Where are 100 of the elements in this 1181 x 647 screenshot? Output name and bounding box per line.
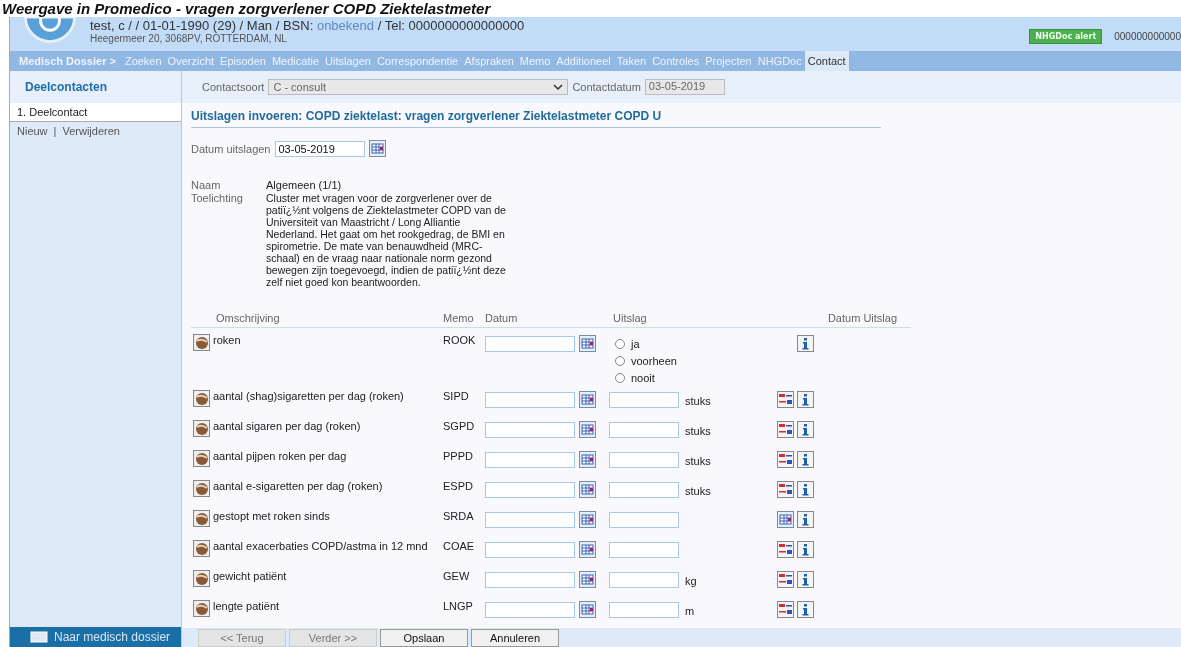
calendar-icon[interactable] <box>368 140 386 157</box>
nav-tab[interactable]: Uitslagen <box>322 51 374 71</box>
nav-tab[interactable]: Taken <box>613 51 650 71</box>
nav-tab[interactable]: Contact <box>804 51 849 71</box>
calendar-icon[interactable] <box>579 451 596 468</box>
result-field[interactable] <box>609 422 679 438</box>
info-icon[interactable] <box>797 451 814 468</box>
date-field[interactable] <box>485 572 575 588</box>
chart-icon[interactable] <box>777 391 794 408</box>
ball-icon[interactable] <box>193 450 210 467</box>
memo-code: COAE <box>442 540 476 552</box>
unit-label: stuks <box>685 395 712 407</box>
info-icon[interactable] <box>797 421 814 438</box>
ball-icon[interactable] <box>193 480 210 497</box>
chart-icon[interactable] <box>777 421 794 438</box>
info-icon[interactable] <box>797 571 814 588</box>
column-header: Uitslag <box>612 312 648 324</box>
date-field[interactable] <box>485 602 575 618</box>
column-header: Datum <box>485 312 519 324</box>
contact-date-label: Contactdatum <box>572 81 641 93</box>
nav-tab[interactable]: NHGDoc <box>754 51 805 71</box>
info-icon[interactable] <box>797 541 814 558</box>
ball-icon[interactable] <box>193 570 210 587</box>
result-field[interactable] <box>609 482 679 498</box>
nav-tab[interactable]: Additioneel <box>553 51 614 71</box>
form-button[interactable]: Opslaan <box>380 629 468 647</box>
chart-icon[interactable] <box>777 571 794 588</box>
ball-icon[interactable] <box>193 600 210 617</box>
radio-button[interactable] <box>615 339 625 349</box>
nav-tab[interactable]: Medicatie <box>268 51 323 71</box>
ball-icon[interactable] <box>193 540 210 557</box>
new-link[interactable]: Nieuw <box>17 125 48 137</box>
result-field[interactable] <box>609 452 679 468</box>
radio-button[interactable] <box>615 356 625 366</box>
calendar-icon[interactable] <box>579 391 596 408</box>
calendar-icon[interactable] <box>579 601 596 618</box>
sidebar-item[interactable]: 1. Deelcontact <box>10 103 181 122</box>
chart-icon[interactable] <box>777 481 794 498</box>
contact-type-select[interactable]: C - consult <box>268 79 569 95</box>
ball-icon[interactable] <box>193 420 210 437</box>
contact-date-field[interactable]: 03-05-2019 <box>644 79 725 95</box>
nav-tab[interactable]: Controles <box>649 51 703 71</box>
date-field[interactable] <box>485 452 575 468</box>
date-field[interactable] <box>485 482 575 498</box>
info-icon[interactable] <box>797 601 814 618</box>
nav-tab[interactable]: Episoden <box>217 51 269 71</box>
memo-code: SGPD <box>442 420 476 432</box>
question-label: roken <box>212 334 242 346</box>
separator: | <box>53 125 57 137</box>
date-field[interactable] <box>485 422 575 438</box>
date-field[interactable] <box>485 392 575 408</box>
chart-icon[interactable] <box>777 601 794 618</box>
unit-label: stuks <box>685 485 712 497</box>
result-field[interactable] <box>609 602 679 618</box>
nav-tab[interactable]: Correspondentie <box>373 51 462 71</box>
question-label: aantal exacerbaties COPD/astma in 12 mnd <box>212 540 429 552</box>
calendar-icon[interactable] <box>579 511 596 528</box>
calendar-icon[interactable] <box>579 335 596 352</box>
calendar-icon[interactable] <box>579 571 596 588</box>
radio-button[interactable] <box>615 373 625 383</box>
info-icon[interactable] <box>797 481 814 498</box>
date-field[interactable] <box>485 542 575 558</box>
ball-icon[interactable] <box>193 390 210 407</box>
info-icon[interactable] <box>797 335 814 352</box>
patient-info: test, c / / 01-01-1990 (29) / Man / BSN: <box>90 18 314 33</box>
header-number: 000000000000 <box>1114 31 1181 42</box>
nav-tab[interactable]: Projecten <box>702 51 755 71</box>
results-date-field[interactable]: 03-05-2019 <box>274 140 365 157</box>
form-heading: Uitslagen invoeren: COPD ziektelast: vragen zorgverlener Ziektelastmeter COPD U <box>191 107 881 128</box>
calendar-icon[interactable] <box>579 541 596 558</box>
unit-label: stuks <box>685 455 712 467</box>
delete-link[interactable]: Verwijderen <box>62 125 120 137</box>
memo-code: ROOK <box>442 334 477 346</box>
calendar-icon[interactable] <box>777 511 794 528</box>
result-field[interactable] <box>609 512 679 528</box>
ball-icon[interactable] <box>193 334 210 351</box>
question-label: aantal pijpen roken per dag <box>212 450 348 462</box>
nav-tab[interactable]: Medisch Dossier > <box>16 51 122 71</box>
nav-tab[interactable]: Afspraken <box>461 51 517 71</box>
nav-tab[interactable]: Memo <box>516 51 554 71</box>
chart-icon[interactable] <box>777 451 794 468</box>
info-icon[interactable] <box>797 511 814 528</box>
calendar-icon[interactable] <box>579 421 596 438</box>
nav-tab[interactable]: Zoeken <box>121 51 165 71</box>
calendar-icon[interactable] <box>579 481 596 498</box>
result-field[interactable] <box>609 572 679 588</box>
alert-button[interactable]: NHGDoc alert <box>1029 29 1103 44</box>
info-icon[interactable] <box>797 391 814 408</box>
result-field[interactable] <box>609 392 679 408</box>
form-button[interactable]: Annuleren <box>471 629 559 647</box>
patient-phone: / Tel: 0000000000000000 <box>377 18 525 33</box>
note-label: Toelichting <box>191 192 244 206</box>
ball-icon[interactable] <box>193 510 210 527</box>
dossier-button[interactable]: Naar medisch dossier <box>10 627 181 647</box>
result-field[interactable] <box>609 542 679 558</box>
date-field[interactable] <box>485 336 575 352</box>
nav-tab[interactable]: Overzicht <box>164 51 218 71</box>
chart-icon[interactable] <box>777 541 794 558</box>
date-field[interactable] <box>485 512 575 528</box>
unit-label: m <box>685 605 696 617</box>
